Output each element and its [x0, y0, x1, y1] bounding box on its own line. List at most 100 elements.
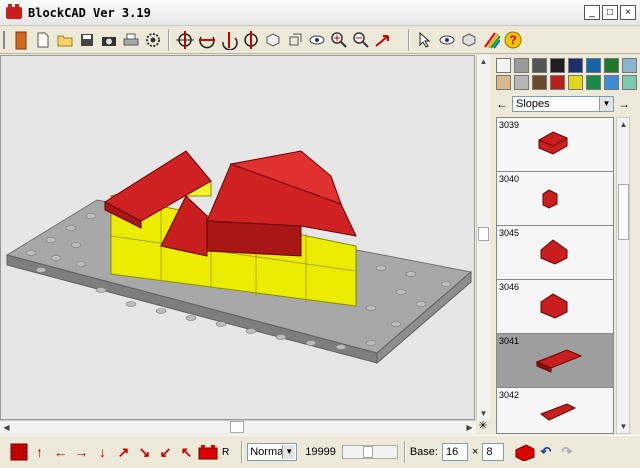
- wireframe-view-icon[interactable]: [284, 29, 306, 51]
- category-select[interactable]: Slopes ▼: [512, 96, 614, 112]
- move-left-arrow-icon[interactable]: ←: [50, 441, 71, 463]
- open-folder-icon[interactable]: [54, 29, 76, 51]
- brick-cube-icon[interactable]: [458, 29, 480, 51]
- eye-icon[interactable]: [436, 29, 458, 51]
- times-label: ×: [471, 446, 479, 458]
- color-swatch[interactable]: [496, 58, 511, 73]
- bottom-toolbar: ↑ ← → ↓ ↗ ↘ ↙ ↖ R Norma ▼ 19999 Base: 16…: [0, 435, 640, 468]
- brick-place-icon[interactable]: [197, 441, 218, 463]
- brick-3d-icon[interactable]: [514, 441, 535, 463]
- viewport-horizontal-scrollbar[interactable]: ◀ ▶: [0, 420, 476, 434]
- rotate-free-icon[interactable]: [240, 29, 262, 51]
- toolbar-separator: [408, 28, 410, 51]
- move-se-arrow-icon[interactable]: ↘: [134, 441, 155, 463]
- horizontal-scroll-thumb[interactable]: [230, 421, 244, 433]
- color-swatch[interactable]: [586, 75, 601, 90]
- maximize-button[interactable]: □: [602, 5, 618, 20]
- color-swatch[interactable]: [532, 75, 547, 90]
- save-icon[interactable]: [76, 29, 98, 51]
- redo-icon[interactable]: ↷: [556, 441, 577, 463]
- color-swatch[interactable]: [514, 75, 529, 90]
- undo-icon[interactable]: ↶: [535, 441, 556, 463]
- move-right-arrow-icon[interactable]: →: [71, 441, 92, 463]
- print-icon[interactable]: [120, 29, 142, 51]
- parts-scroll-down-icon[interactable]: ▼: [617, 420, 630, 433]
- part-number: 3042: [499, 390, 520, 400]
- move-up-arrow-icon[interactable]: ↑: [29, 441, 50, 463]
- parts-scrollbar[interactable]: ▲ ▼: [616, 117, 630, 434]
- part-item[interactable]: 3042: [497, 388, 613, 433]
- color-swatch[interactable]: [604, 75, 619, 90]
- brick-counter: 19999: [305, 446, 336, 458]
- color-swatch[interactable]: [568, 75, 583, 90]
- move-ne-arrow-icon[interactable]: ↗: [113, 441, 134, 463]
- counter-slider[interactable]: [341, 445, 398, 459]
- part-number: 3041: [499, 336, 520, 346]
- new-file-icon[interactable]: [32, 29, 54, 51]
- model-viewport[interactable]: [0, 55, 475, 420]
- zoom-out-icon[interactable]: [350, 29, 372, 51]
- color-swatch[interactable]: [586, 58, 601, 73]
- color-rainbow-icon[interactable]: [480, 29, 502, 51]
- rotate-x-icon[interactable]: [174, 29, 196, 51]
- camera-icon[interactable]: [98, 29, 120, 51]
- app-brick-icon: [6, 3, 22, 19]
- base-width-field[interactable]: 16: [441, 443, 468, 461]
- base-depth-field[interactable]: 8: [482, 443, 505, 461]
- help-icon[interactable]: ?: [502, 29, 524, 51]
- vertical-scroll-thumb[interactable]: [478, 227, 489, 241]
- parts-scroll-up-icon[interactable]: ▲: [617, 118, 630, 131]
- zoom-in-icon[interactable]: [328, 29, 350, 51]
- move-nw-arrow-icon[interactable]: ↖: [176, 441, 197, 463]
- model-scene: [5, 150, 473, 365]
- color-swatch[interactable]: [550, 58, 565, 73]
- color-swatch[interactable]: [496, 75, 511, 90]
- color-swatch[interactable]: [550, 75, 565, 90]
- viewport-vertical-scrollbar[interactable]: ▲ ▼: [476, 55, 490, 420]
- color-swatch[interactable]: [568, 58, 583, 73]
- grid-fill-icon[interactable]: [8, 441, 29, 463]
- part-item[interactable]: 3041: [497, 334, 613, 388]
- scroll-down-icon[interactable]: ▼: [477, 407, 490, 420]
- scroll-up-icon[interactable]: ▲: [477, 55, 490, 68]
- mode-chevron-icon[interactable]: ▼: [282, 445, 296, 459]
- part-thumbnail-icon: [542, 189, 558, 209]
- part-item[interactable]: 3040: [497, 172, 613, 226]
- rotate-y-icon[interactable]: [196, 29, 218, 51]
- part-thumbnail-icon: [535, 349, 583, 373]
- scroll-left-icon[interactable]: ◀: [0, 421, 13, 434]
- pan-arrow-icon[interactable]: [372, 29, 394, 51]
- part-item[interactable]: 3039: [497, 118, 613, 172]
- minimize-button[interactable]: _: [584, 5, 600, 20]
- parts-panel: ← Slopes ▼ → 3039 3040 3045 3046 3041 3042 ▲ …: [492, 55, 640, 434]
- brick-select-icon[interactable]: [10, 29, 32, 51]
- scroll-right-icon[interactable]: ▶: [463, 421, 476, 434]
- move-sw-arrow-icon[interactable]: ↙: [155, 441, 176, 463]
- pointer-icon[interactable]: [414, 29, 436, 51]
- title-bar: BlockCAD Ver 3.19 _ □ ×: [0, 0, 640, 26]
- counter-slider-thumb[interactable]: [362, 446, 373, 458]
- color-swatch[interactable]: [622, 58, 637, 73]
- part-item[interactable]: 3046: [497, 280, 613, 334]
- mode-select[interactable]: Norma ▼: [247, 443, 298, 461]
- settings-gear-icon[interactable]: [142, 29, 164, 51]
- rotate-r-label[interactable]: R: [222, 447, 229, 458]
- rotate-z-icon[interactable]: [218, 29, 240, 51]
- color-swatch[interactable]: [532, 58, 547, 73]
- part-thumbnail-icon: [540, 293, 568, 319]
- color-swatch[interactable]: [604, 58, 619, 73]
- color-swatch[interactable]: [514, 58, 529, 73]
- part-item[interactable]: 3045: [497, 226, 613, 280]
- prev-category-icon[interactable]: ←: [496, 97, 508, 111]
- close-button[interactable]: ×: [620, 5, 636, 20]
- part-number: 3045: [499, 228, 520, 238]
- eye-view-icon[interactable]: [306, 29, 328, 51]
- dropdown-chevron-icon[interactable]: ▼: [599, 97, 613, 111]
- next-category-icon[interactable]: →: [618, 97, 630, 111]
- move-down-arrow-icon[interactable]: ↓: [92, 441, 113, 463]
- viewport-corner-crosshair-icon[interactable]: ✳: [476, 420, 490, 434]
- parts-scroll-thumb[interactable]: [618, 184, 629, 240]
- cube-view-icon[interactable]: [262, 29, 284, 51]
- part-number: 3039: [499, 120, 520, 130]
- color-swatch[interactable]: [622, 75, 637, 90]
